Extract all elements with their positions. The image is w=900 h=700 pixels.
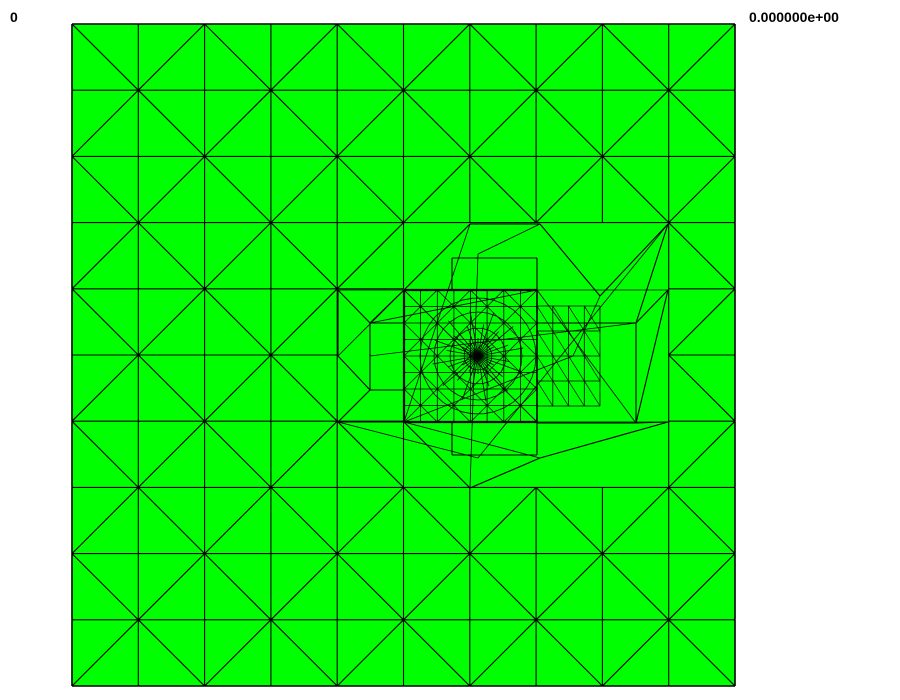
mesh-canvas: [71, 23, 736, 687]
mesh-edges: [71, 23, 736, 687]
